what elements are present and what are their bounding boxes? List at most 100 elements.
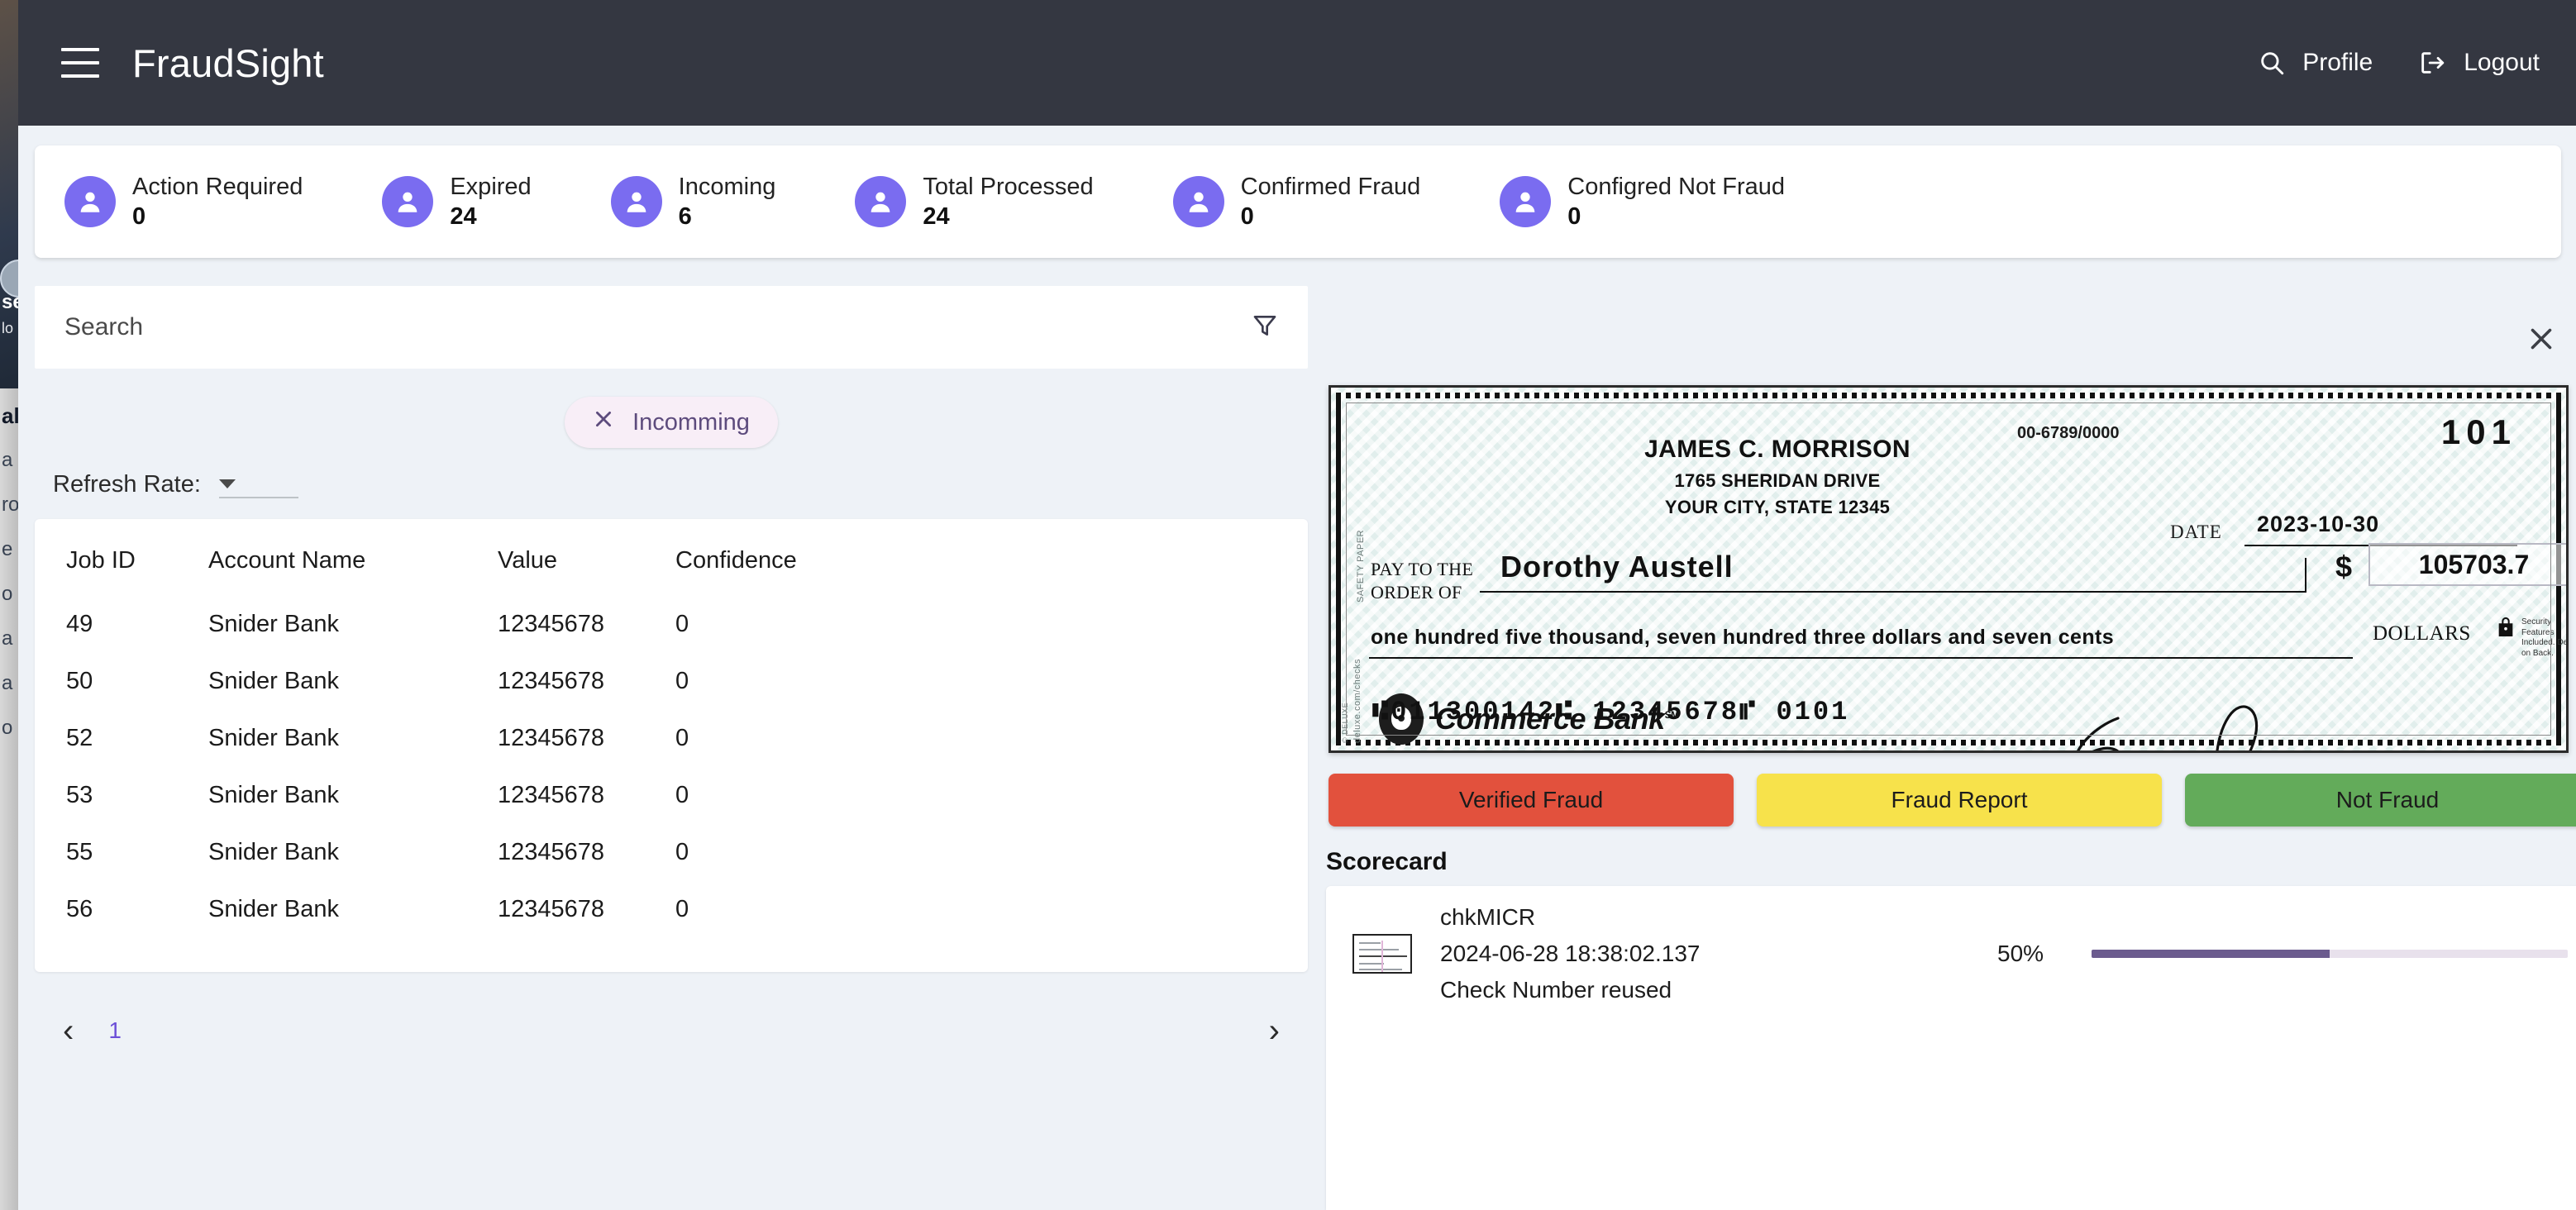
search-input[interactable] (64, 313, 1252, 341)
cell-job-id: 56 (66, 896, 93, 922)
profile-button[interactable]: Profile (2258, 49, 2373, 77)
cell-job-id: 52 (66, 725, 93, 751)
scorecard-progress-bar (2092, 950, 2568, 958)
header-actions: Profile Logout (2258, 49, 2540, 77)
stat-value: 24 (923, 203, 950, 230)
stats-summary-bar: Action Required 0 Expired 24 Incoming 6 (35, 145, 2561, 258)
check-image-viewer[interactable]: SAFETY PAPER deluxe.com/checks © DELUXE … (1329, 385, 2569, 753)
drawer-hero: ser lo (0, 0, 18, 388)
check-pay-to-line1: PAY TO THE (1371, 559, 1474, 579)
cell-account-name: Snider Bank (208, 896, 339, 922)
drawer-item[interactable]: e (0, 527, 18, 572)
profile-label: Profile (2302, 49, 2373, 76)
jobs-table-card: Job ID Account Name Value Confidence 49 … (35, 519, 1308, 972)
drawer-hero-title: ser (2, 291, 18, 313)
check-copyright-text: © DELUXE (1341, 702, 1349, 743)
check-pay-to-label: PAY TO THE ORDER OF (1371, 558, 1473, 603)
column-header-job-id[interactable]: Job ID (35, 519, 208, 596)
table-row[interactable]: 56 Snider Bank 12345678 0 (35, 881, 1308, 938)
drawer-item[interactable]: o (0, 706, 18, 750)
filter-chip-incomming[interactable]: Incomming (565, 397, 778, 448)
person-icon (855, 176, 907, 227)
check-payer-block: JAMES C. MORRISON 1765 SHERIDAN DRIVE YO… (1521, 436, 2034, 518)
table-header-row: Job ID Account Name Value Confidence (35, 519, 1308, 596)
logout-icon (2417, 49, 2447, 77)
table-row[interactable]: 49 Snider Bank 12345678 0 (35, 596, 1308, 653)
drawer-item[interactable]: a (0, 438, 18, 483)
close-x-icon[interactable] (2526, 324, 2556, 358)
check-date-value: 2023-10-30 (2257, 512, 2380, 536)
check-dollars-label: DOLLARS (2373, 622, 2471, 645)
stat-label: Incoming (678, 173, 776, 200)
funnel-filter-icon[interactable] (1252, 312, 1278, 343)
scorecard-title: Scorecard (1326, 848, 1448, 875)
column-header-account-name[interactable]: Account Name (208, 519, 498, 596)
check-payer-name: JAMES C. MORRISON (1644, 436, 1911, 463)
cell-value: 12345678 (498, 782, 605, 808)
cell-value: 12345678 (498, 668, 605, 694)
check-payer-address: 1765 SHERIDAN DRIVE (1674, 470, 1881, 491)
drawer-item[interactable]: a (0, 617, 18, 661)
refresh-rate-label: Refresh Rate: (53, 471, 201, 498)
cell-confidence: 0 (675, 611, 689, 637)
check-amount-words: one hundred five thousand, seven hundred… (1371, 626, 2115, 649)
stat-card-incoming[interactable]: Incoming 6 (610, 172, 776, 232)
stat-label: Expired (450, 173, 532, 200)
person-icon (1172, 176, 1224, 227)
stat-value: 0 (1567, 203, 1581, 230)
cell-account-name: Snider Bank (208, 725, 339, 751)
chevron-left-icon[interactable]: ‹ (63, 1014, 74, 1047)
verdict-actions: Verified Fraud Fraud Report Not Fraud (1329, 774, 2576, 827)
stat-card-action-required[interactable]: Action Required 0 (64, 172, 303, 232)
stat-card-expired[interactable]: Expired 24 (382, 172, 532, 232)
check-payee-rule (1480, 591, 2306, 593)
check-deluxe-url-text: deluxe.com/checks (1352, 658, 1362, 743)
drawer-item[interactable]: o (0, 572, 18, 617)
stat-card-configred-not-fraud[interactable]: Configred Not Fraud 0 (1500, 172, 1785, 232)
cell-job-id: 49 (66, 611, 93, 637)
check-detail-panel: SAFETY PAPER deluxe.com/checks © DELUXE … (1316, 286, 2576, 1210)
cell-confidence: 0 (675, 668, 689, 694)
check-dollar-sign: $ (2335, 550, 2353, 584)
table-row[interactable]: 53 Snider Bank 12345678 0 (35, 767, 1308, 824)
person-icon (382, 176, 434, 227)
verified-fraud-button[interactable]: Verified Fraud (1329, 774, 1734, 827)
column-header-confidence[interactable]: Confidence (675, 519, 1308, 596)
active-filters-row: Incomming (35, 369, 1308, 448)
drawer-item[interactable]: a (0, 661, 18, 706)
table-row[interactable]: 52 Snider Bank 12345678 0 (35, 710, 1308, 767)
scorecard-item[interactable]: chkMICR 2024-06-28 18:38:02.137 Check Nu… (1352, 904, 2568, 1003)
hamburger-menu-icon[interactable] (61, 48, 99, 78)
navigation-drawer-sliver[interactable]: ser lo al a ro e o a a o (0, 0, 18, 1210)
fraud-report-button[interactable]: Fraud Report (1757, 774, 2162, 827)
check-micr-line: ⑆011300142⑆ 12345678⑈ 0101 (1372, 697, 1850, 727)
column-header-value[interactable]: Value (498, 519, 675, 596)
stat-card-confirmed-fraud[interactable]: Confirmed Fraud 0 (1172, 172, 1420, 232)
table-row[interactable]: 55 Snider Bank 12345678 0 (35, 824, 1308, 881)
logout-button[interactable]: Logout (2417, 49, 2540, 77)
check-signature (2077, 705, 2259, 750)
page-number-1[interactable]: 1 (108, 1017, 122, 1044)
search-icon (2258, 49, 2286, 77)
drawer-item[interactable]: ro (0, 483, 18, 527)
stat-card-total-processed[interactable]: Total Processed 24 (855, 172, 1094, 232)
drawer-item[interactable]: al (0, 393, 18, 438)
cell-job-id: 53 (66, 782, 93, 808)
chevron-right-icon[interactable]: › (1269, 1014, 1280, 1047)
stat-value: 0 (1240, 203, 1254, 230)
chevron-down-icon (218, 479, 236, 488)
lock-icon (2497, 615, 2515, 642)
scorecard-item-meta: chkMICR 2024-06-28 18:38:02.137 Check Nu… (1440, 904, 1969, 1003)
check-payer-city: YOUR CITY, STATE 12345 (1664, 497, 1891, 517)
cell-value: 12345678 (498, 839, 605, 865)
scorecard-rule-name: chkMICR (1440, 904, 1536, 930)
check-thumbnail[interactable] (1352, 934, 1412, 974)
check-payee-name: Dorothy Austell (1500, 550, 1734, 584)
not-fraud-button[interactable]: Not Fraud (2185, 774, 2576, 827)
table-row[interactable]: 50 Snider Bank 12345678 0 (35, 653, 1308, 710)
check-number: 101 (2440, 412, 2516, 451)
cell-confidence: 0 (675, 725, 689, 751)
refresh-rate-select[interactable] (218, 479, 298, 498)
close-x-icon[interactable] (593, 408, 614, 436)
cell-value: 12345678 (498, 896, 605, 922)
